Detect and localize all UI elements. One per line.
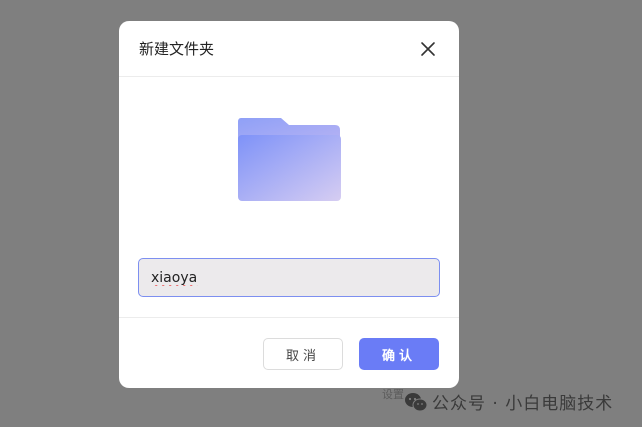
- confirm-button[interactable]: 确认: [359, 338, 439, 370]
- new-folder-dialog: 新建文件夹 取消 确认: [119, 21, 459, 388]
- close-icon: [421, 42, 435, 56]
- watermark: 公众号 · 小白电脑技术: [404, 389, 613, 414]
- cancel-button[interactable]: 取消: [263, 338, 343, 370]
- footer-divider: [119, 317, 459, 318]
- dialog-header: 新建文件夹: [119, 21, 459, 77]
- wechat-icon: [405, 392, 428, 411]
- dialog-title: 新建文件夹: [139, 40, 215, 58]
- folder-name-input[interactable]: [138, 258, 440, 297]
- folder-icon: [238, 118, 341, 201]
- background-partial-text: 设置: [382, 388, 404, 401]
- close-button[interactable]: [419, 40, 437, 58]
- watermark-text: 公众号 · 小白电脑技术: [432, 394, 614, 414]
